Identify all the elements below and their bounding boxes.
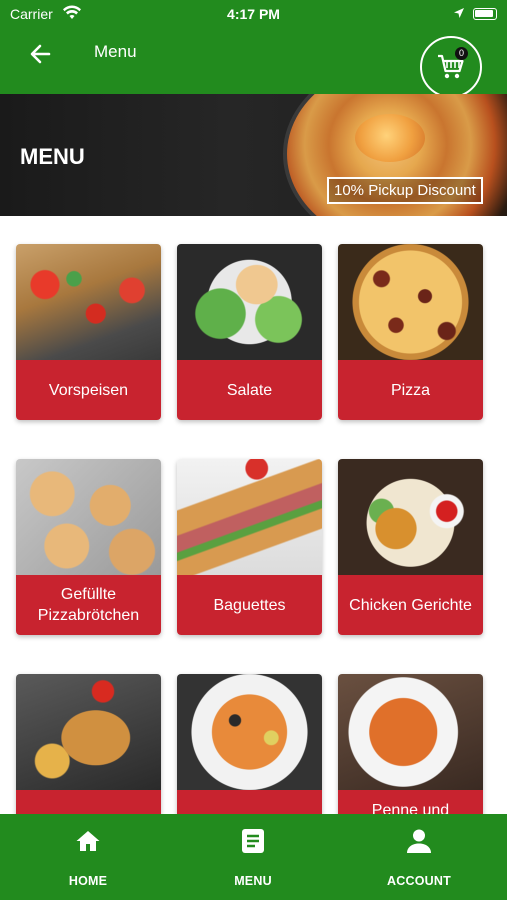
nav-home[interactable]: HOME bbox=[28, 826, 148, 888]
hero-heading: MENU bbox=[20, 144, 85, 169]
category-card-schnitzel[interactable] bbox=[16, 674, 161, 814]
nav-account[interactable]: ACCOUNT bbox=[359, 826, 479, 888]
category-label: Baguettes bbox=[177, 575, 322, 635]
category-label: Gefüllte Pizzabrötchen bbox=[16, 575, 161, 635]
category-card-vorspeisen[interactable]: Vorspeisen bbox=[16, 244, 161, 420]
category-card-baguettes[interactable]: Baguettes bbox=[177, 459, 322, 635]
category-grid: Vorspeisen Salate Pizza Gefüllte Pizzabr… bbox=[0, 216, 507, 814]
category-image bbox=[16, 244, 161, 360]
category-image bbox=[338, 459, 483, 575]
location-arrow-icon bbox=[453, 6, 465, 22]
page-title: Menu bbox=[94, 42, 137, 61]
app-bar: Menu 0 bbox=[0, 28, 507, 98]
person-icon bbox=[359, 826, 479, 856]
category-card-chicken-gerichte[interactable]: Chicken Gerichte bbox=[338, 459, 483, 635]
category-image bbox=[177, 459, 322, 575]
nav-menu-label: MENU bbox=[234, 874, 272, 888]
menu-book-icon bbox=[193, 826, 313, 856]
clock: 4:17 PM bbox=[227, 6, 280, 22]
arrow-left-icon bbox=[30, 44, 51, 64]
category-label bbox=[16, 790, 161, 814]
nav-account-label: ACCOUNT bbox=[387, 874, 451, 888]
category-card-penne-und[interactable]: Penne und bbox=[338, 674, 483, 814]
nav-menu[interactable]: MENU bbox=[193, 826, 313, 888]
category-label: Vorspeisen bbox=[16, 360, 161, 420]
hero-banner: MENU 10% Pickup Discount bbox=[0, 94, 507, 216]
category-image bbox=[16, 674, 161, 790]
category-label: Pizza bbox=[338, 360, 483, 420]
category-card-spaghetti[interactable] bbox=[177, 674, 322, 814]
cart-count-badge: 0 bbox=[455, 47, 468, 60]
back-button[interactable] bbox=[22, 36, 58, 72]
category-label: Penne und bbox=[338, 790, 483, 814]
status-bar: Carrier 4:17 PM bbox=[0, 0, 507, 28]
cart-button[interactable]: 0 bbox=[420, 36, 482, 98]
nav-home-label: HOME bbox=[68, 874, 108, 888]
category-card-pizza[interactable]: Pizza bbox=[338, 244, 483, 420]
category-label: Chicken Gerichte bbox=[338, 575, 483, 635]
discount-badge: 10% Pickup Discount bbox=[327, 177, 483, 204]
battery-icon bbox=[473, 8, 497, 20]
home-icon bbox=[28, 826, 148, 856]
hero-shrimp-image bbox=[355, 114, 425, 162]
bottom-navigation: HOME MENU ACCOUNT bbox=[0, 814, 507, 900]
category-image bbox=[16, 459, 161, 575]
category-card-gefuellte-pizzabroetchen[interactable]: Gefüllte Pizzabrötchen bbox=[16, 459, 161, 635]
category-image bbox=[177, 674, 322, 790]
category-label: Salate bbox=[177, 360, 322, 420]
category-image bbox=[177, 244, 322, 360]
category-image bbox=[338, 674, 483, 790]
category-label bbox=[177, 790, 322, 814]
category-image bbox=[338, 244, 483, 360]
category-card-salate[interactable]: Salate bbox=[177, 244, 322, 420]
